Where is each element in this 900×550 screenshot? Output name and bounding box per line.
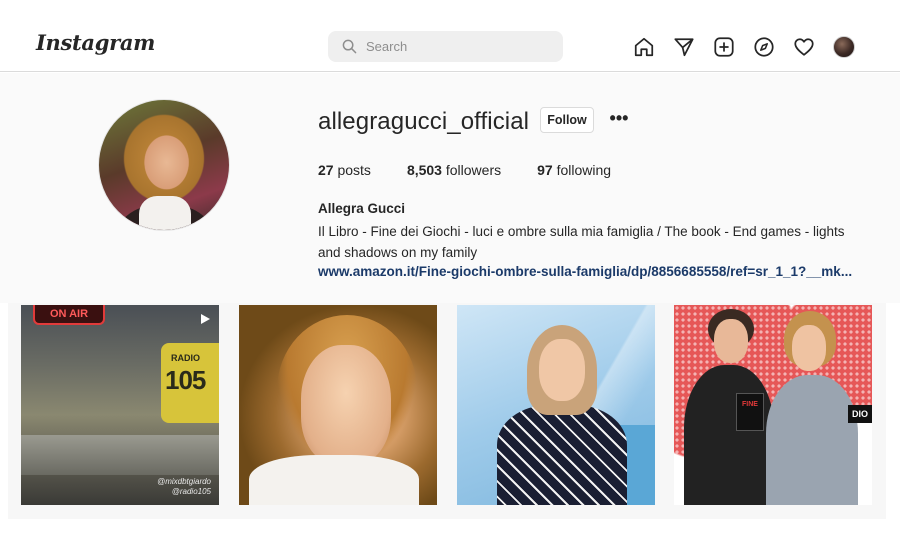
person-right-face (792, 325, 826, 371)
post-1-caption: @mixdbtgiardo @radio105 (157, 477, 211, 496)
person-right (766, 375, 858, 505)
profile-username: allegragucci_official (318, 108, 530, 135)
backdrop-sign: DIO (848, 405, 872, 423)
posts-count-stat: 27 posts (318, 162, 371, 178)
more-options-icon[interactable]: ••• (607, 107, 631, 133)
bio-full-name: Allegra Gucci (318, 201, 406, 216)
on-air-sign: ON AIR (33, 305, 105, 325)
follow-button[interactable]: Follow (540, 107, 594, 133)
post-thumbnail-1[interactable]: RADIO 105 ON AIR @mixdbtgiardo @radio105 (21, 305, 219, 505)
explore-icon[interactable] (753, 36, 775, 58)
person-left-face (714, 319, 748, 363)
person-left (684, 365, 774, 505)
search-box[interactable] (328, 31, 563, 62)
posts-label: posts (337, 162, 371, 178)
search-input[interactable] (366, 39, 546, 54)
bio-external-link[interactable]: www.amazon.it/Fine-giochi-ombre-sulla-fa… (318, 264, 852, 279)
instagram-logo[interactable]: Instagram (36, 30, 155, 55)
radio-sign-number: 105 (165, 365, 206, 395)
nav-icons (633, 36, 855, 58)
top-nav: Instagram (0, 0, 900, 72)
post-thumbnail-2[interactable] (239, 305, 437, 505)
following-stat[interactable]: 97 following (537, 162, 611, 178)
followers-label: followers (445, 162, 502, 178)
posts-count: 27 (318, 162, 334, 178)
activity-heart-icon[interactable] (793, 36, 815, 58)
post-thumbnail-4[interactable]: FINE DIO (674, 305, 872, 505)
profile-avatar-button[interactable] (833, 36, 855, 58)
book-cover (736, 393, 764, 431)
post-thumbnail-3[interactable] (457, 305, 655, 505)
following-count: 97 (537, 162, 553, 178)
profile-avatar (833, 36, 855, 58)
bio-text: Il Libro - Fine dei Giochi - luci e ombr… (318, 224, 845, 260)
portrait-shirt (249, 455, 419, 505)
followers-count: 8,503 (406, 162, 442, 178)
portrait-face (539, 339, 585, 401)
direct-message-icon[interactable] (673, 36, 695, 58)
book-title: FINE (742, 401, 758, 408)
new-post-icon[interactable] (713, 36, 735, 58)
video-play-icon (201, 314, 210, 324)
portrait-face (301, 345, 391, 465)
home-icon[interactable] (633, 36, 655, 58)
following-label: following (556, 162, 612, 178)
search-icon (342, 39, 357, 54)
radio-sign-word: RADIO (171, 353, 200, 363)
studio-desk (21, 435, 219, 475)
patterned-jacket (497, 405, 627, 505)
profile-picture[interactable] (98, 99, 230, 231)
profile-stats: 27 posts 8,503 followers 97 following (318, 162, 647, 178)
followers-stat[interactable]: 8,503 followers (407, 162, 501, 178)
profile-picture-shirt (139, 196, 191, 230)
